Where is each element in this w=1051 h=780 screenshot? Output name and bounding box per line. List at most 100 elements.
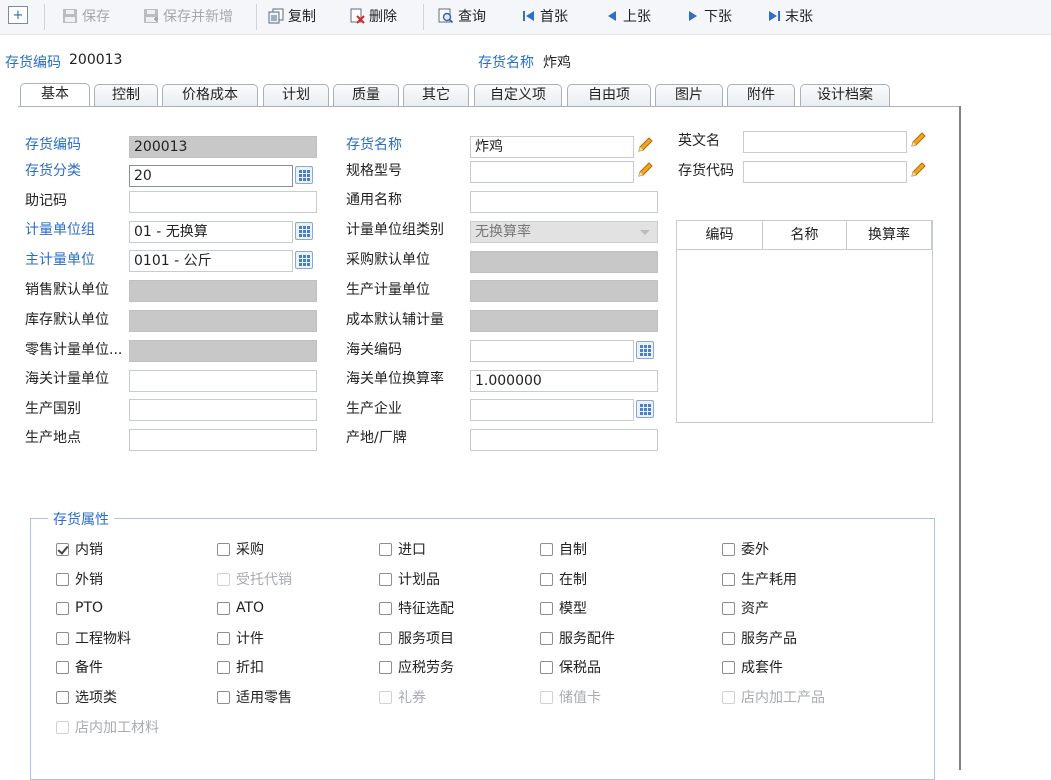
- edit-pencil-icon[interactable]: [636, 159, 656, 179]
- attribute-checkbox[interactable]: 生产耗用: [722, 570, 797, 588]
- category-lookup-icon[interactable]: [295, 166, 313, 184]
- checkbox-unchecked-icon[interactable]: [56, 660, 69, 674]
- save-and-new-button[interactable]: 保存并新增: [143, 6, 233, 26]
- checkbox-unchecked-icon[interactable]: [217, 542, 230, 556]
- customs-code-lookup-icon[interactable]: [636, 341, 654, 359]
- attribute-checkbox[interactable]: 资产: [722, 599, 769, 617]
- manufacturer-field[interactable]: [470, 399, 634, 421]
- checkbox-unchecked-icon[interactable]: [379, 542, 392, 556]
- edit-pencil-icon[interactable]: [909, 129, 929, 149]
- production-country-field[interactable]: [129, 399, 317, 421]
- attribute-checkbox[interactable]: PTO: [56, 599, 103, 617]
- attribute-checkbox[interactable]: 在制: [540, 570, 587, 588]
- production-site-field[interactable]: [129, 429, 317, 451]
- tab-price-cost[interactable]: 价格成本: [162, 84, 258, 106]
- origin-brand-field[interactable]: [470, 429, 658, 451]
- checkbox-unchecked-icon[interactable]: [540, 572, 553, 586]
- first-record-button[interactable]: 首张: [522, 6, 568, 26]
- next-record-button[interactable]: 下张: [686, 6, 732, 26]
- attribute-checkbox[interactable]: 服务配件: [540, 629, 615, 647]
- attribute-checkbox[interactable]: 自制: [540, 540, 587, 558]
- checkbox-unchecked-icon[interactable]: [217, 690, 230, 704]
- attribute-checkbox[interactable]: 备件: [56, 658, 103, 676]
- inventory-category-field[interactable]: 20: [129, 165, 293, 187]
- checkbox-unchecked-icon[interactable]: [540, 660, 553, 674]
- main-unit-lookup-icon[interactable]: [295, 251, 313, 269]
- checkbox-unchecked-icon[interactable]: [379, 572, 392, 586]
- delete-button[interactable]: 删除: [349, 6, 397, 26]
- checkbox-unchecked-icon[interactable]: [56, 572, 69, 586]
- spec-model-field[interactable]: [470, 161, 634, 183]
- attribute-checkbox[interactable]: ATO: [217, 599, 264, 617]
- attribute-checkbox[interactable]: 委外: [722, 540, 769, 558]
- attribute-checkbox[interactable]: 模型: [540, 599, 587, 617]
- checkbox-unchecked-icon[interactable]: [722, 631, 735, 645]
- checkbox-unchecked-icon[interactable]: [379, 631, 392, 645]
- attribute-checkbox[interactable]: 计件: [217, 629, 264, 647]
- attribute-checkbox[interactable]: 应税劳务: [379, 658, 454, 676]
- tab-pictures[interactable]: 图片: [655, 84, 723, 106]
- checkbox-unchecked-icon[interactable]: [722, 660, 735, 674]
- attribute-checkbox[interactable]: 外销: [56, 570, 103, 588]
- tab-free-items[interactable]: 自由项: [567, 84, 651, 106]
- unit-conversion-grid[interactable]: 编码 名称 换算率: [676, 220, 933, 423]
- customs-unit-field[interactable]: [129, 370, 317, 392]
- attribute-checkbox-label: 适用零售: [236, 690, 292, 706]
- last-record-button[interactable]: 末张: [767, 6, 813, 26]
- edit-pencil-icon[interactable]: [909, 159, 929, 179]
- attribute-checkbox[interactable]: 工程物料: [56, 629, 131, 647]
- attribute-checkbox[interactable]: 保税品: [540, 658, 601, 676]
- attribute-checkbox[interactable]: 计划品: [379, 570, 440, 588]
- tab-control[interactable]: 控制: [94, 84, 158, 106]
- query-button[interactable]: 查询: [438, 6, 486, 26]
- checkbox-unchecked-icon[interactable]: [540, 542, 553, 556]
- checkbox-checked-icon[interactable]: [56, 542, 69, 556]
- checkbox-unchecked-icon[interactable]: [722, 542, 735, 556]
- tab-attachments[interactable]: 附件: [727, 84, 795, 106]
- common-name-field[interactable]: [470, 191, 658, 213]
- save-button[interactable]: 保存: [62, 6, 110, 26]
- english-name-field[interactable]: [743, 131, 907, 153]
- tab-quality[interactable]: 质量: [333, 84, 399, 106]
- attribute-checkbox[interactable]: 服务产品: [722, 629, 797, 647]
- main-unit-field[interactable]: 0101 - 公斤: [129, 250, 293, 272]
- attribute-checkbox[interactable]: 采购: [217, 540, 264, 558]
- attribute-checkbox[interactable]: 适用零售: [217, 688, 292, 706]
- unit-group-lookup-icon[interactable]: [295, 222, 313, 240]
- mnemonic-code-field[interactable]: [129, 191, 317, 213]
- checkbox-unchecked-icon[interactable]: [379, 660, 392, 674]
- tab-custom-items[interactable]: 自定义项: [474, 84, 562, 106]
- attribute-checkbox[interactable]: 成套件: [722, 658, 783, 676]
- attribute-checkbox[interactable]: 服务项目: [379, 629, 454, 647]
- tab-design-archive[interactable]: 设计档案: [800, 84, 890, 106]
- attribute-checkbox[interactable]: 内销: [56, 540, 103, 558]
- checkbox-unchecked-icon[interactable]: [722, 572, 735, 586]
- tab-other[interactable]: 其它: [403, 84, 469, 106]
- edit-pencil-icon[interactable]: [636, 134, 656, 154]
- prev-record-button[interactable]: 上张: [605, 6, 651, 26]
- checkbox-unchecked-icon[interactable]: [540, 631, 553, 645]
- attribute-checkbox[interactable]: 折扣: [217, 658, 264, 676]
- inventory-name-field[interactable]: 炸鸡: [470, 136, 634, 158]
- checkbox-unchecked-icon[interactable]: [217, 601, 230, 615]
- checkbox-unchecked-icon[interactable]: [56, 631, 69, 645]
- unit-group-field[interactable]: 01 - 无换算: [129, 221, 293, 243]
- tab-plan[interactable]: 计划: [263, 84, 329, 106]
- checkbox-unchecked-icon[interactable]: [217, 631, 230, 645]
- tab-basic[interactable]: 基本: [20, 83, 90, 107]
- add-icon[interactable]: +: [8, 6, 28, 24]
- manufacturer-lookup-icon[interactable]: [636, 400, 654, 418]
- customs-code-field[interactable]: [470, 340, 634, 362]
- checkbox-unchecked-icon[interactable]: [217, 660, 230, 674]
- inventory-alias-code-field[interactable]: [743, 161, 907, 183]
- checkbox-unchecked-icon[interactable]: [379, 601, 392, 615]
- checkbox-unchecked-icon[interactable]: [56, 690, 69, 704]
- checkbox-unchecked-icon[interactable]: [540, 601, 553, 615]
- copy-button[interactable]: 复制: [268, 6, 316, 26]
- checkbox-unchecked-icon[interactable]: [722, 601, 735, 615]
- attribute-checkbox[interactable]: 特征选配: [379, 599, 454, 617]
- attribute-checkbox[interactable]: 选项类: [56, 688, 117, 706]
- checkbox-unchecked-icon[interactable]: [56, 601, 69, 615]
- attribute-checkbox[interactable]: 进口: [379, 540, 426, 558]
- customs-conversion-rate-field[interactable]: 1.000000: [470, 370, 658, 392]
